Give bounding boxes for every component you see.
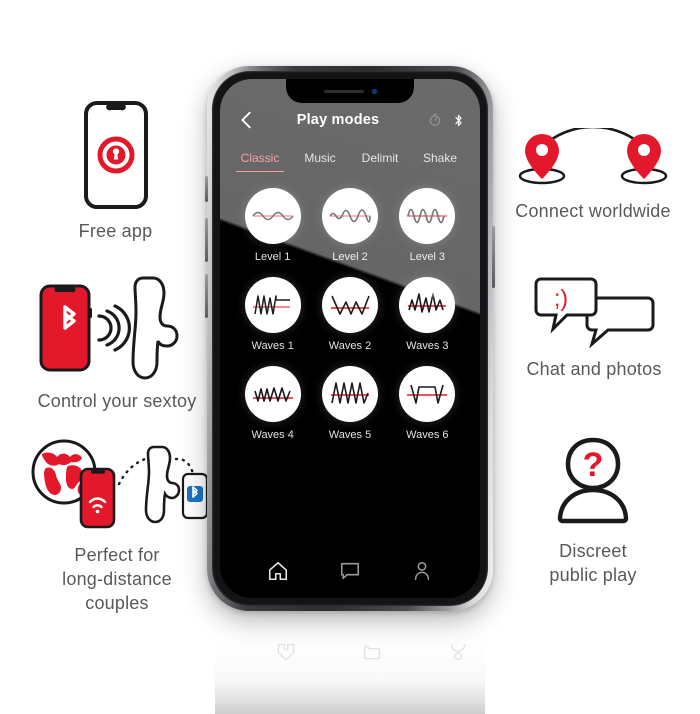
tab-classic[interactable]: Classic: [230, 151, 290, 172]
wave-waves-5-icon[interactable]: [321, 366, 378, 422]
phone-notch: [286, 79, 414, 103]
chat-bubble-icon[interactable]: [339, 560, 361, 582]
feature-caption: Control your sextoy: [37, 391, 197, 411]
bottom-tab-bar: [220, 544, 480, 598]
chevron-left-icon[interactable]: [236, 109, 258, 131]
mode-item[interactable]: Waves 2: [311, 277, 388, 352]
tab-shake[interactable]: Shake: [410, 151, 470, 172]
wave-waves-2-icon[interactable]: [321, 277, 378, 333]
timer-icon[interactable]: [428, 113, 442, 127]
home-icon[interactable]: [267, 560, 289, 582]
header-icons: [418, 113, 464, 128]
phone-body: Play modes Classic Music Delimit Shake L…: [205, 66, 495, 611]
phone-bezel: Play modes Classic Music Delimit Shake L…: [212, 71, 488, 606]
mode-item[interactable]: Waves 6: [389, 366, 466, 441]
feature-chat-photos: ;) Chat and photos: [508, 276, 680, 382]
phone-reflection-icons: [221, 622, 523, 682]
wave-waves-1-icon[interactable]: [244, 277, 301, 333]
mode-label: Waves 6: [406, 429, 449, 441]
phone-silent-switch[interactable]: [205, 176, 208, 202]
bluetooth-icon[interactable]: [453, 113, 464, 128]
mode-label: Waves 1: [251, 340, 294, 352]
wave-level-3-icon[interactable]: [399, 188, 456, 244]
mode-label: Level 1: [254, 251, 291, 263]
mode-item[interactable]: Waves 4: [234, 366, 311, 441]
earpiece-speaker: [323, 89, 364, 93]
phone-volume-up-button[interactable]: [205, 218, 208, 262]
phone-bluetooth-toy-icon: [33, 272, 201, 380]
mode-item[interactable]: Waves 3: [389, 277, 466, 352]
question-mark: ?: [583, 446, 604, 484]
feature-caption: Chat and photos: [526, 359, 662, 379]
mode-tabs: Classic Music Delimit Shake: [220, 147, 480, 172]
tab-music[interactable]: Music: [290, 151, 350, 172]
front-camera-icon: [371, 88, 377, 94]
wave-waves-4-icon[interactable]: [244, 366, 301, 422]
mode-label: Level 2: [332, 251, 368, 263]
mode-label: Waves 2: [328, 340, 372, 352]
globe-phone-toy-icon: [26, 438, 208, 534]
feature-connect-worldwide: Connect worldwide: [498, 128, 688, 224]
speech-bubbles-icon: ;): [532, 276, 656, 348]
promo-graphic: Free app Control your sextoy Perfect for…: [0, 0, 700, 714]
person-icon[interactable]: [411, 560, 433, 582]
feature-caption: Connect worldwide: [515, 201, 671, 221]
mode-label: Waves 5: [328, 429, 372, 441]
mode-item[interactable]: Waves 5: [311, 366, 388, 441]
phone-reflection: [215, 614, 485, 714]
play-mode-grid: Level 1 Level 2 Level 3 Waves 1 Waves 2 …: [220, 172, 480, 441]
phone-with-lock-badge-icon: [83, 100, 149, 210]
phone-power-button[interactable]: [492, 226, 495, 288]
phone-volume-down-button[interactable]: [205, 274, 208, 318]
chat-emoticon: ;): [554, 285, 568, 311]
mode-item[interactable]: Level 3: [389, 188, 466, 263]
mode-item[interactable]: Level 1: [234, 188, 311, 263]
wave-waves-3-icon[interactable]: [399, 277, 456, 333]
feature-free-app: Free app: [28, 100, 203, 244]
wave-waves-6-icon[interactable]: [399, 366, 456, 422]
feature-caption: Perfect for long-distance couples: [62, 545, 172, 613]
mode-item[interactable]: Waves 1: [234, 277, 311, 352]
phone-screen: Play modes Classic Music Delimit Shake L…: [220, 79, 480, 598]
tab-delimit[interactable]: Delimit: [350, 151, 410, 172]
feature-caption: Discreet public play: [549, 541, 637, 585]
feature-caption: Free app: [78, 221, 153, 241]
feature-control-sextoy: Control your sextoy: [18, 272, 216, 414]
feature-long-distance: Perfect for long-distance couples: [22, 438, 212, 615]
mode-label: Level 3: [409, 251, 446, 263]
page-title: Play modes: [296, 112, 380, 128]
mode-item[interactable]: Level 2: [311, 188, 388, 263]
anonymous-person-icon: ?: [540, 434, 646, 530]
wave-level-2-icon[interactable]: [321, 188, 378, 244]
feature-discreet-play: ? Discreet public play: [518, 434, 668, 588]
mode-label: Waves 3: [406, 340, 449, 352]
phone-mockup: Play modes Classic Music Delimit Shake L…: [205, 66, 495, 714]
two-map-pins-icon: [511, 128, 675, 190]
mode-label: Waves 4: [251, 429, 294, 441]
wave-level-1-icon[interactable]: [244, 188, 301, 244]
